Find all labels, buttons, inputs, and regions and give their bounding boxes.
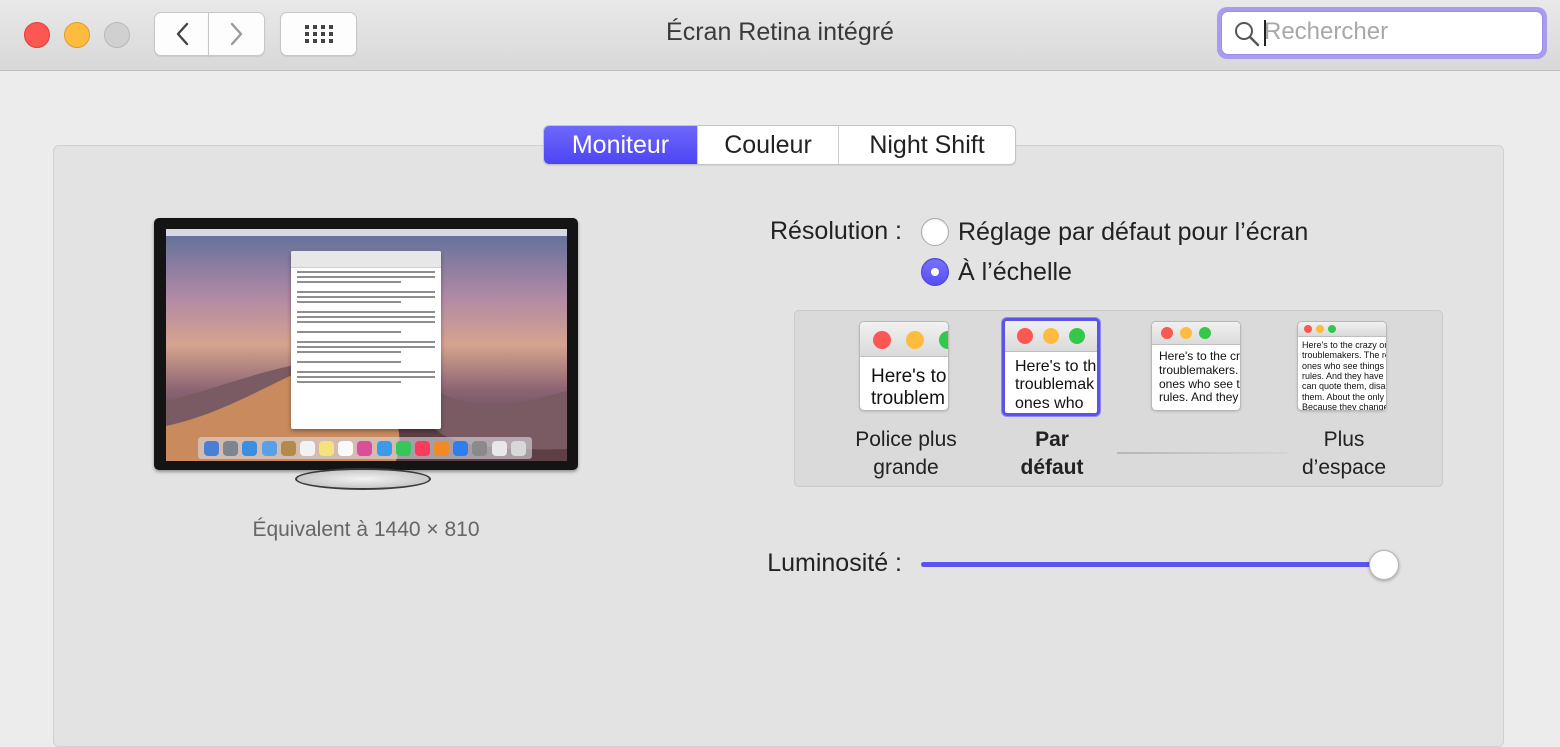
text-caret xyxy=(1264,20,1266,46)
resolution-label: Résolution : xyxy=(769,217,902,245)
search-box[interactable] xyxy=(1221,11,1543,55)
back-button[interactable] xyxy=(154,12,209,56)
monitor-stand xyxy=(295,468,431,490)
chevron-left-icon xyxy=(176,22,188,46)
radio-default-resolution-label[interactable]: Réglage par défaut pour l’écran xyxy=(958,218,1308,247)
radio-scaled[interactable] xyxy=(921,258,949,286)
forward-button[interactable] xyxy=(208,12,265,56)
scale-option-more-space-label: Plus d’espace xyxy=(1301,428,1387,479)
show-all-button[interactable] xyxy=(280,12,357,56)
equivalent-resolution-text: Équivalent à 1440 × 810 xyxy=(252,518,480,541)
scale-option-default[interactable]: Here's to th troublemak ones who xyxy=(1002,318,1100,416)
document-window-preview xyxy=(291,251,441,429)
scale-option-larger-text-label: Police plus grande xyxy=(855,428,957,479)
brightness-slider-knob[interactable] xyxy=(1369,550,1399,580)
zoom-window-button[interactable] xyxy=(104,22,130,48)
radio-default-resolution[interactable] xyxy=(921,218,949,246)
search-icon xyxy=(1235,22,1260,47)
grid-icon xyxy=(304,25,333,43)
title-bar: Écran Retina intégré xyxy=(0,0,1560,71)
menu-bar-preview xyxy=(166,229,567,236)
minimize-window-button[interactable] xyxy=(64,22,90,48)
tab-moniteur[interactable]: Moniteur xyxy=(544,126,698,164)
scale-option-default-label: Par défaut xyxy=(1020,428,1084,479)
tab-night-shift[interactable]: Night Shift xyxy=(839,126,1015,164)
search-input[interactable] xyxy=(1264,16,1534,48)
radio-scaled-label[interactable]: À l’échelle xyxy=(958,258,1072,287)
scale-option-larger-text[interactable]: Here's to troublem xyxy=(859,321,949,411)
scale-option-more-space-1[interactable]: Here's to the cr troublemakers. ones who… xyxy=(1151,321,1241,411)
brightness-slider[interactable] xyxy=(921,562,1387,567)
dock-preview xyxy=(198,437,532,459)
tab-bar: Moniteur Couleur Night Shift xyxy=(543,125,1016,165)
scale-divider-line xyxy=(1117,452,1287,454)
search-field[interactable] xyxy=(1217,7,1547,59)
monitor-illustration xyxy=(154,218,578,470)
desktop-preview xyxy=(166,229,567,461)
close-window-button[interactable] xyxy=(24,22,50,48)
scale-option-more-space[interactable]: Here's to the crazy one troublemakers. T… xyxy=(1297,321,1387,411)
tab-couleur[interactable]: Couleur xyxy=(698,126,839,164)
chevron-right-icon xyxy=(230,22,242,46)
brightness-label: Luminosité : xyxy=(767,549,902,577)
